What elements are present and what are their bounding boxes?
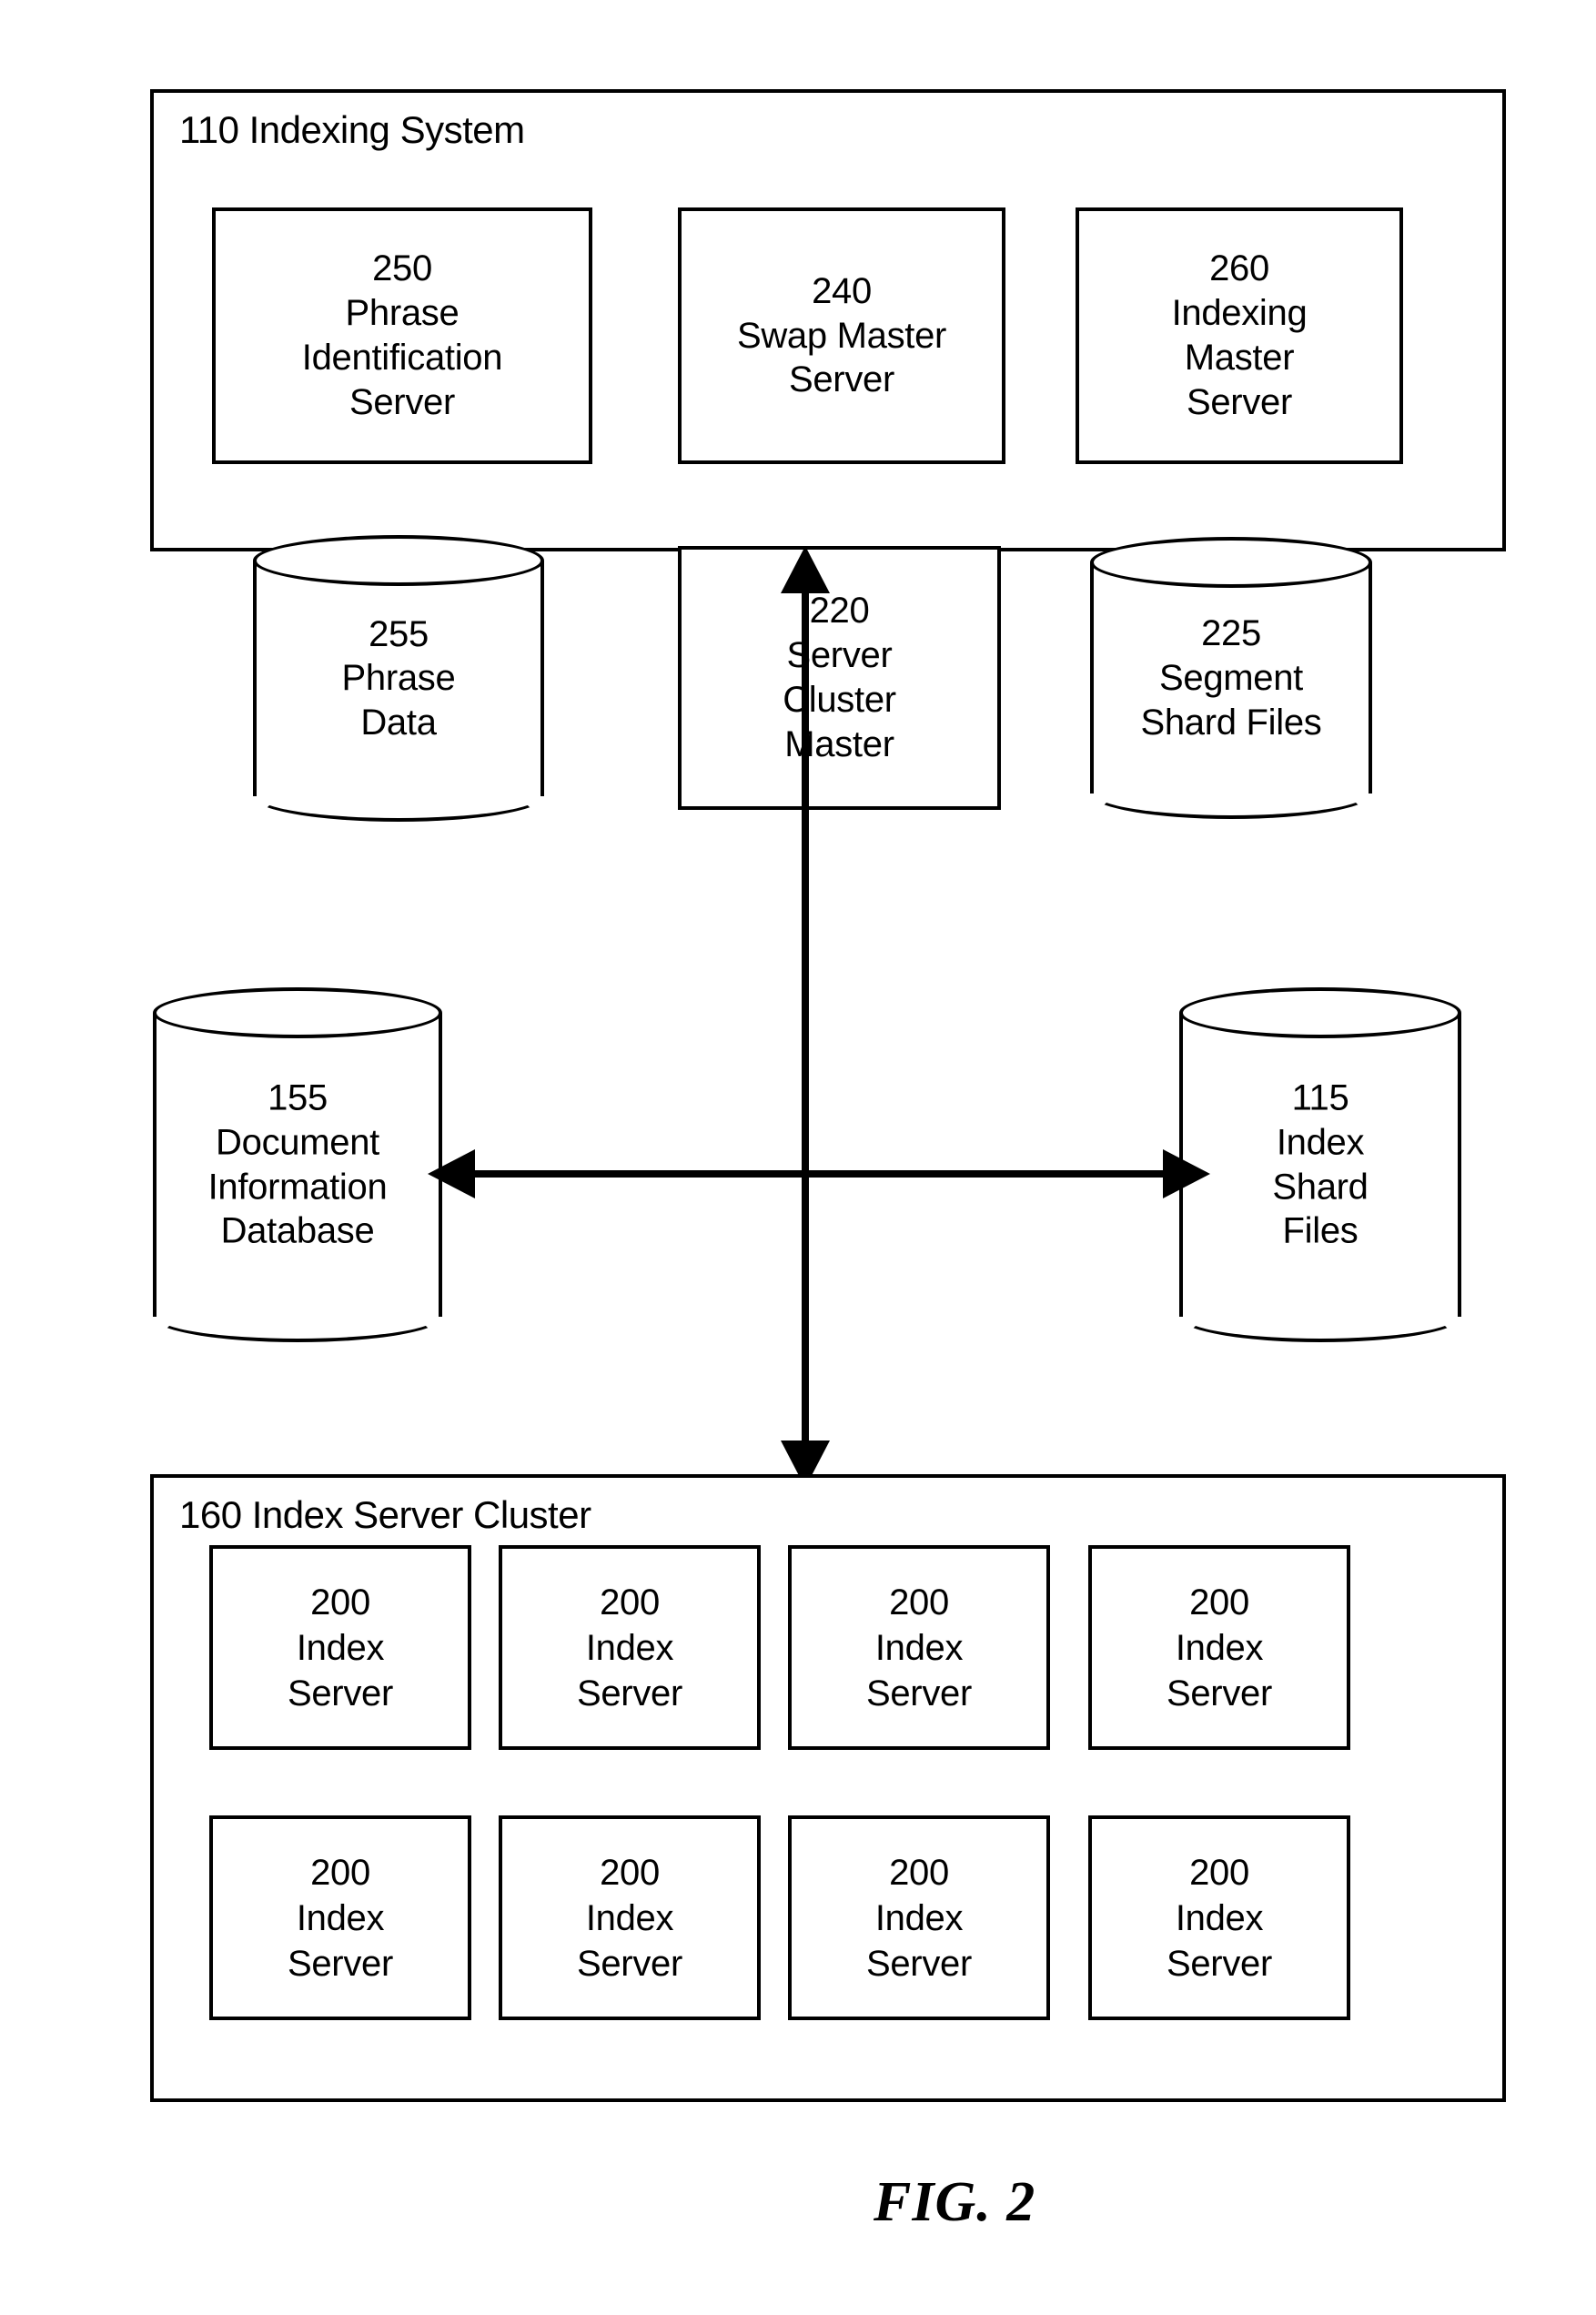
figure-caption: FIG. 2 [874,2171,1036,2233]
index-server-line-1: Index [1175,1897,1264,1938]
node-155-line-3: Database [220,1210,375,1251]
datastore-phrase-data[interactable]: 255 Phrase Data [253,535,544,822]
node-index-server[interactable]: 200 Index Server [209,1545,471,1750]
node-index-server[interactable]: 200 Index Server [499,1815,761,2020]
node-225-line-1: Segment [1159,657,1303,698]
indexing-system-title: 110 Indexing System [179,108,525,151]
index-server-line-2: Server [1166,1673,1272,1714]
index-server-line-1: Index [296,1627,385,1668]
index-server-line-1: Index [585,1897,674,1938]
index-server-line-2: Server [576,1673,682,1714]
index-server-line-1: Index [585,1627,674,1668]
node-255-line-1: Phrase [341,658,456,699]
index-server-line-2: Server [865,1673,972,1714]
horizontal-bidirectional-arrow-icon [428,1149,1210,1198]
node-260-line-3: Server [1186,381,1292,422]
datastore-index-shard-files[interactable]: 115 Index Shard Files [1179,987,1461,1342]
node-260-line-1: Indexing [1171,293,1308,334]
index-server-line-0: 200 [1189,1582,1249,1623]
node-240-line-1: Swap Master [736,315,947,356]
datastore-155-label: 155 Document Information Database [153,1076,442,1253]
datastore-115-label: 115 Index Shard Files [1179,1076,1461,1253]
cylinder-bottom-ellipse [253,771,544,822]
index-server-line-0: 200 [889,1852,949,1893]
node-255-line-0: 255 [369,613,429,654]
index-server-line-0: 200 [889,1582,949,1623]
node-240-line-0: 240 [812,270,872,311]
node-155-line-1: Document [216,1122,379,1163]
node-250-line-1: Phrase [345,293,460,334]
cylinder-bottom-ellipse [1179,1291,1461,1342]
node-swap-master-server[interactable]: 240 Swap Master Server [678,207,1005,464]
node-phrase-identification-server[interactable]: 250 Phrase Identification Server [212,207,592,464]
index-server-line-0: 200 [600,1852,660,1893]
node-260-line-0: 260 [1209,248,1269,289]
cylinder-bottom-ellipse [1090,768,1372,819]
node-225-line-0: 225 [1201,612,1261,653]
index-server-line-1: Index [874,1897,964,1938]
node-250-line-3: Server [348,381,455,422]
index-server-line-2: Server [576,1943,682,1984]
index-server-line-2: Server [1166,1943,1272,1984]
cylinder-top-ellipse [1090,537,1372,588]
index-server-line-2: Server [865,1943,972,1984]
node-index-server[interactable]: 200 Index Server [1088,1815,1350,2020]
node-index-server[interactable]: 200 Index Server [788,1815,1050,2020]
node-255-line-2: Data [360,702,437,743]
index-server-line-2: Server [287,1943,393,1984]
cylinder-top-ellipse [1179,987,1461,1038]
node-115-line-2: Shard [1272,1167,1369,1207]
node-indexing-master-server[interactable]: 260 Indexing Master Server [1076,207,1403,464]
node-225-line-2: Shard Files [1140,702,1322,743]
index-server-line-0: 200 [310,1582,370,1623]
index-server-line-0: 200 [1189,1852,1249,1893]
node-index-server[interactable]: 200 Index Server [499,1545,761,1750]
node-250-line-0: 250 [372,248,432,289]
cylinder-bottom-ellipse [153,1291,442,1342]
vertical-bidirectional-arrow-icon [781,546,830,1488]
index-server-line-0: 200 [600,1582,660,1623]
node-155-line-0: 155 [268,1077,328,1118]
index-server-line-0: 200 [310,1852,370,1893]
node-240-line-2: Server [788,359,894,400]
node-index-server[interactable]: 200 Index Server [209,1815,471,2020]
datastore-255-label: 255 Phrase Data [253,612,544,744]
node-155-line-2: Information [207,1167,388,1207]
cylinder-top-ellipse [153,987,442,1038]
index-server-line-1: Index [874,1627,964,1668]
node-index-server[interactable]: 200 Index Server [788,1545,1050,1750]
datastore-segment-shard-files[interactable]: 225 Segment Shard Files [1090,537,1372,819]
node-115-line-3: Files [1282,1210,1359,1251]
node-index-server[interactable]: 200 Index Server [1088,1545,1350,1750]
index-server-cluster-title: 160 Index Server Cluster [179,1493,591,1536]
cylinder-top-ellipse [253,535,544,586]
node-115-line-0: 115 [1291,1077,1349,1118]
node-250-line-2: Identification [301,338,503,378]
datastore-225-label: 225 Segment Shard Files [1090,612,1372,744]
node-260-line-2: Master [1184,338,1295,378]
index-server-line-1: Index [1175,1627,1264,1668]
index-server-line-1: Index [296,1897,385,1938]
index-server-line-2: Server [287,1673,393,1714]
node-115-line-1: Index [1276,1122,1365,1163]
datastore-document-information-database[interactable]: 155 Document Information Database [153,987,442,1342]
